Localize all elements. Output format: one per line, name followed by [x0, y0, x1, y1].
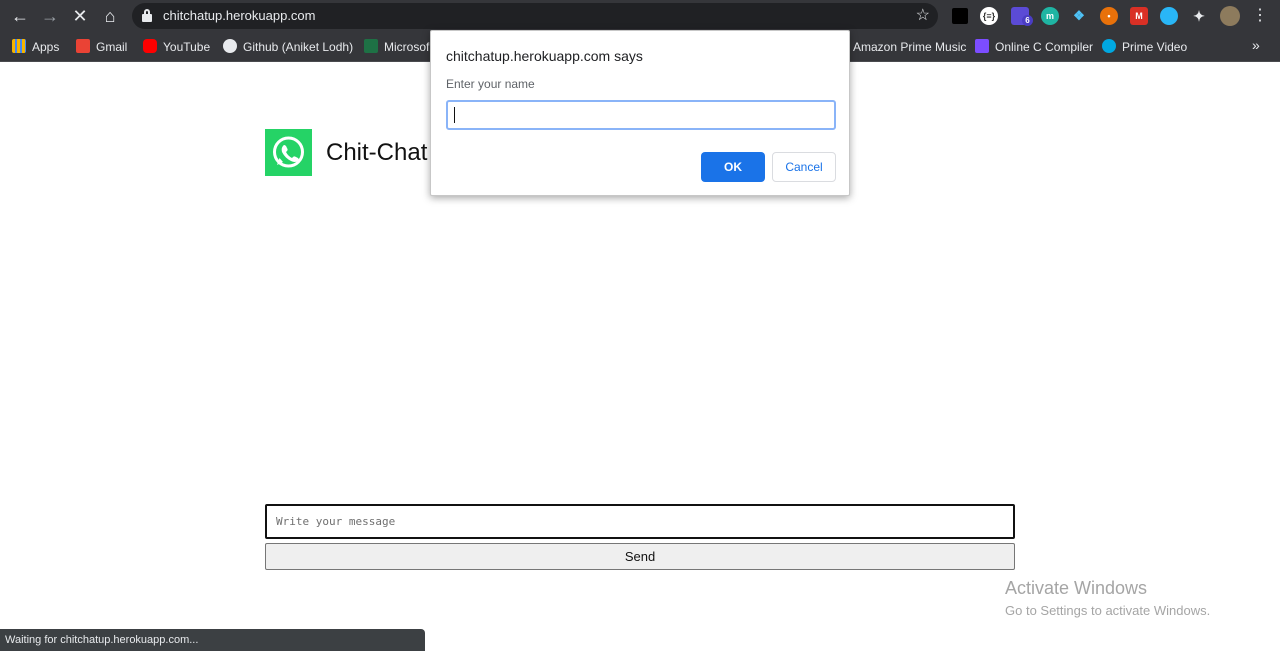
- back-arrow-icon[interactable]: ←: [8, 4, 32, 28]
- name-input[interactable]: [446, 100, 836, 130]
- bookmark-github[interactable]: Github (Aniket Lodh): [223, 39, 353, 55]
- home-icon[interactable]: ⌂: [98, 4, 122, 28]
- extension-badge: 6: [1022, 15, 1033, 26]
- diamond-extension-icon[interactable]: ❖: [1070, 7, 1088, 25]
- gmail-icon: [76, 39, 90, 53]
- bookmark-youtube[interactable]: YouTube: [143, 39, 210, 55]
- page-title: Chit-Chat: [326, 139, 428, 166]
- puzzle-extensions-icon[interactable]: ✦: [1190, 7, 1208, 25]
- watermark-subtitle: Go to Settings to activate Windows.: [1005, 603, 1211, 618]
- fox-extension-icon[interactable]: •: [1100, 7, 1118, 25]
- url-text: chitchatup.herokuapp.com: [163, 8, 316, 23]
- windows-activation-watermark: Activate Windows Go to Settings to activ…: [1005, 578, 1210, 618]
- pen-extension-icon[interactable]: [952, 8, 968, 24]
- bookmark-amazon-prime-music[interactable]: Amazon Prime Music: [853, 39, 966, 55]
- text-caret: [454, 107, 455, 123]
- bookmarks-overflow-chevron[interactable]: »: [1252, 37, 1260, 53]
- dialog-title: chitchatup.herokuapp.com says: [446, 48, 643, 64]
- status-bar: Waiting for chitchatup.herokuapp.com...: [0, 629, 425, 651]
- send-button[interactable]: Send: [265, 543, 1015, 570]
- profile-avatar[interactable]: [1220, 6, 1240, 26]
- whatsapp-logo-icon: [265, 129, 312, 176]
- lock-icon: [142, 9, 152, 23]
- mail-extension-icon[interactable]: M: [1130, 7, 1148, 25]
- forward-arrow-icon[interactable]: →: [38, 4, 62, 28]
- github-icon: [223, 39, 237, 53]
- prompt-dialog: chitchatup.herokuapp.com says Enter your…: [430, 30, 850, 196]
- youtube-icon: [143, 39, 157, 53]
- browser-toolbar: ← → ✕ ⌂ chitchatup.herokuapp.com ☆ {≡} 6…: [0, 0, 1280, 32]
- address-bar[interactable]: chitchatup.herokuapp.com ☆: [132, 3, 938, 29]
- cube-extension-icon[interactable]: 6: [1011, 7, 1033, 26]
- compiler-icon: [975, 39, 989, 53]
- apps-grid-icon: [12, 39, 26, 53]
- bookmark-apps[interactable]: Apps: [12, 39, 59, 55]
- excel-icon: [364, 39, 378, 53]
- menu-dots-icon[interactable]: ⋮: [1252, 5, 1268, 25]
- m-extension-icon[interactable]: m: [1041, 7, 1059, 25]
- globe-extension-icon[interactable]: [1160, 7, 1178, 25]
- message-input[interactable]: [265, 504, 1015, 539]
- bookmark-star-icon[interactable]: ☆: [916, 5, 930, 25]
- prime-video-icon: [1102, 39, 1116, 53]
- ok-button[interactable]: OK: [701, 152, 765, 182]
- bookmark-online-c-compiler[interactable]: Online C Compiler: [975, 39, 1093, 55]
- stop-loading-icon[interactable]: ✕: [68, 4, 92, 28]
- cancel-button[interactable]: Cancel: [772, 152, 836, 182]
- watermark-title: Activate Windows: [1005, 578, 1148, 598]
- bookmark-gmail[interactable]: Gmail: [76, 39, 127, 55]
- braces-extension-icon[interactable]: {≡}: [980, 7, 998, 25]
- dialog-message: Enter your name: [446, 77, 535, 91]
- bookmark-prime-video[interactable]: Prime Video: [1102, 39, 1187, 55]
- bookmark-microsoft[interactable]: Microsof: [364, 39, 429, 55]
